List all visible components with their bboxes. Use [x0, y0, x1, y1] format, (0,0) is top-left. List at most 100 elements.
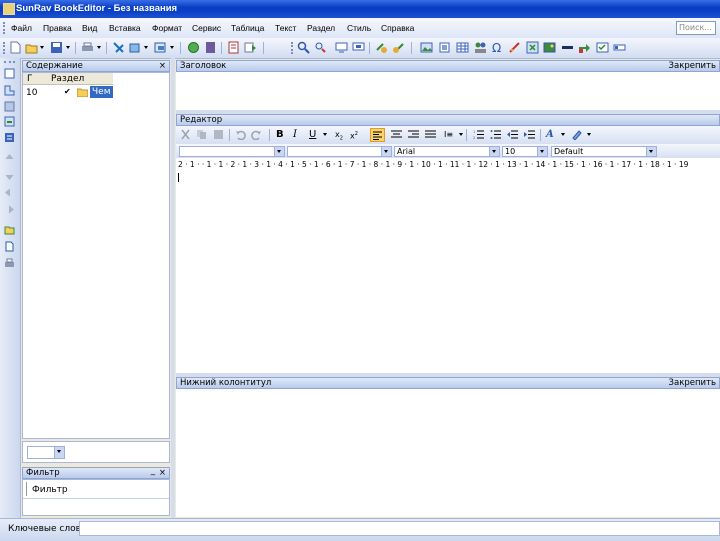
menu-file[interactable]: Файл	[11, 23, 32, 33]
justify-icon[interactable]	[425, 129, 436, 140]
build-icon[interactable]	[128, 41, 141, 54]
menu-service[interactable]: Сервис	[192, 23, 221, 33]
open-folder-icon[interactable]	[25, 41, 38, 54]
properties-icon[interactable]	[227, 41, 240, 54]
close-icon[interactable]: ×	[159, 468, 166, 478]
arrow-left-icon[interactable]	[392, 41, 405, 54]
bold-button[interactable]: B	[276, 129, 287, 140]
move-down-icon[interactable]	[4, 170, 15, 181]
checkbox-icon[interactable]	[596, 41, 609, 54]
build-dropdown-arrow[interactable]	[144, 46, 148, 49]
font-color-icon[interactable]: A	[546, 129, 557, 140]
menu-style[interactable]: Стиль	[347, 23, 371, 33]
menu-view[interactable]: Вид	[82, 23, 97, 33]
move-up-icon[interactable]	[4, 153, 15, 164]
save-icon[interactable]	[50, 41, 63, 54]
menu-format[interactable]: Формат	[152, 23, 182, 33]
tree-row[interactable]: 10 ✔ Чем	[23, 86, 169, 98]
highlight-icon[interactable]	[571, 129, 582, 140]
section-add-icon[interactable]	[335, 41, 348, 54]
print-dropdown-arrow[interactable]	[97, 46, 101, 49]
font-select[interactable]: Arial	[394, 146, 500, 157]
keywords-input[interactable]	[79, 521, 720, 536]
frame-icon[interactable]	[438, 41, 451, 54]
redo-icon[interactable]	[251, 129, 262, 140]
numbered-list-icon[interactable]: 12	[473, 129, 484, 140]
align-left-button[interactable]	[370, 128, 385, 142]
pin-button[interactable]: Закрепить	[669, 378, 716, 388]
superscript-button[interactable]: x2	[350, 129, 361, 141]
globe-icon[interactable]	[187, 41, 200, 54]
find-icon[interactable]	[297, 41, 310, 54]
omega-symbol-icon[interactable]: Ω	[491, 41, 504, 54]
line-spacing-icon[interactable]: Ⅰ≡	[444, 129, 455, 140]
bullet-list-icon[interactable]	[490, 129, 501, 140]
pin-button[interactable]: Закрепить	[669, 61, 716, 71]
document-icon[interactable]	[4, 241, 15, 252]
font-size-select[interactable]: 10	[502, 146, 548, 157]
arrow-right-icon[interactable]	[375, 41, 388, 54]
menu-text[interactable]: Текст	[275, 23, 296, 33]
folder-add-icon[interactable]	[4, 224, 15, 235]
run-icon[interactable]	[244, 41, 257, 54]
save-dropdown-arrow[interactable]	[66, 46, 70, 49]
users-icon[interactable]	[474, 41, 487, 54]
move-right-icon[interactable]	[4, 204, 15, 215]
menu-insert[interactable]: Вставка	[109, 23, 141, 33]
align-center-icon[interactable]	[391, 129, 402, 140]
copy-icon[interactable]	[196, 129, 207, 140]
contents-tree[interactable]: Г Раздел 10 ✔ Чем	[22, 72, 170, 439]
menu-table[interactable]: Таблица	[231, 23, 264, 33]
section-copy-icon[interactable]	[4, 101, 15, 112]
open-dropdown-arrow[interactable]	[40, 46, 44, 49]
toolbar2-grip[interactable]	[291, 42, 296, 54]
font-color-dropdown-arrow[interactable]	[561, 133, 565, 136]
cut-icon[interactable]	[180, 129, 191, 140]
search-input[interactable]: Поиск...	[676, 21, 716, 35]
filter-label[interactable]: Фильтр	[32, 485, 68, 495]
column-header-section[interactable]: Раздел	[51, 74, 84, 84]
menu-help[interactable]: Справка	[381, 23, 414, 33]
leftbar-grip[interactable]	[4, 61, 15, 63]
paragraph-style-select[interactable]	[179, 146, 285, 157]
print-list-icon[interactable]	[4, 258, 15, 269]
subscript-button[interactable]: x2	[335, 129, 346, 142]
horizontal-line-icon[interactable]	[561, 41, 574, 54]
compile-dropdown-arrow[interactable]	[170, 46, 174, 49]
paste-icon[interactable]	[213, 129, 224, 140]
chevron-down-icon[interactable]	[646, 147, 656, 156]
menubar-grip[interactable]	[3, 22, 8, 34]
footer-editor-area[interactable]	[176, 389, 720, 517]
chevron-down-icon[interactable]	[537, 147, 547, 156]
section-edit-icon[interactable]	[352, 41, 365, 54]
row-checkbox[interactable]: ✔	[64, 87, 71, 96]
add-section-icon[interactable]	[4, 68, 15, 79]
menu-section[interactable]: Раздел	[307, 23, 335, 33]
chevron-down-icon[interactable]	[274, 147, 284, 156]
highlight-dropdown-arrow[interactable]	[587, 133, 591, 136]
book-icon[interactable]	[204, 41, 217, 54]
spacing-dropdown-arrow[interactable]	[459, 133, 463, 136]
print-icon[interactable]	[81, 41, 94, 54]
move-left-icon[interactable]	[4, 187, 15, 198]
section-list-icon[interactable]	[4, 132, 15, 143]
chevron-down-icon[interactable]	[54, 447, 64, 458]
indent-icon[interactable]	[524, 129, 535, 140]
hyperlink-icon[interactable]	[508, 41, 521, 54]
header-editor-area[interactable]	[176, 72, 720, 110]
blank-select[interactable]	[287, 146, 392, 157]
italic-button[interactable]: I	[293, 129, 304, 140]
export-icon[interactable]	[112, 41, 125, 54]
replace-icon[interactable]	[314, 41, 327, 54]
outdent-icon[interactable]	[507, 129, 518, 140]
compile-icon[interactable]	[154, 41, 167, 54]
minimize-icon[interactable]: _	[151, 466, 155, 476]
insert-arrow-icon[interactable]	[578, 41, 591, 54]
text-style-select[interactable]: Default	[551, 146, 657, 157]
menu-edit[interactable]: Правка	[43, 23, 72, 33]
ruler[interactable]: 2 · 1 · · 1 · 1 · 2 · 1 · 3 · 1 · 4 · 1 …	[176, 158, 720, 171]
picture-icon[interactable]	[543, 41, 556, 54]
table-icon[interactable]	[456, 41, 469, 54]
grid-icon[interactable]	[526, 41, 539, 54]
underline-dropdown-arrow[interactable]	[323, 133, 327, 136]
